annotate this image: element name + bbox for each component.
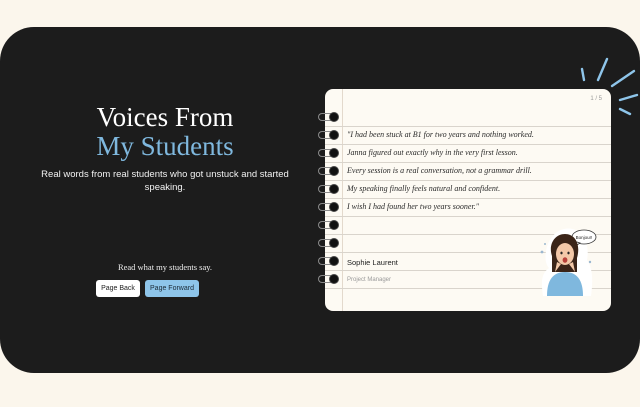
notebook-rule [325, 216, 611, 217]
heading-line-1: Voices From [96, 102, 234, 132]
notebook-rule [325, 162, 611, 163]
spiral-ring [329, 274, 339, 284]
testimonial-line: I wish I had found her two years sooner.… [347, 202, 480, 211]
spiral-ring [329, 148, 339, 158]
testimonial-line: Every session is a real conversation, no… [347, 166, 532, 175]
testimonial-line: My speaking finally feels natural and co… [347, 184, 501, 193]
page-back-button[interactable]: Page Back [96, 280, 140, 297]
heading-line-2: My Students [96, 131, 234, 161]
spiral-ring [329, 166, 339, 176]
notebook-rule [325, 144, 611, 145]
spiral-ring [329, 184, 339, 194]
read-prompt: Read what my students say. [117, 262, 213, 272]
spiral-ring [329, 112, 339, 122]
sticker-bubble-text: Bonjour! [576, 235, 593, 240]
section-heading: Voices From My Students [40, 103, 290, 161]
page-counter: 1 / 5 [590, 96, 602, 102]
spiral-ring [329, 220, 339, 230]
notebook-rule [325, 126, 611, 127]
spiral-ring [329, 238, 339, 248]
testimonial-line: Janna figured out exactly why in the ver… [347, 148, 518, 157]
spiral-ring [329, 202, 339, 212]
spiral-ring [329, 256, 339, 266]
section-subtitle: Real words from real students who got un… [41, 169, 289, 193]
author-name: Sophie Laurent [347, 258, 398, 267]
notebook-margin [342, 89, 343, 311]
page-forward-button[interactable]: Page Forward [145, 280, 199, 297]
author-role: Project Manager [347, 277, 392, 283]
student-sticker-illustration: Bonjour! [540, 228, 597, 296]
testimonial-line: "I had been stuck at B1 for two years an… [347, 130, 534, 139]
notebook-rule [325, 198, 611, 199]
notebook-rule [325, 180, 611, 181]
spiral-ring [329, 130, 339, 140]
